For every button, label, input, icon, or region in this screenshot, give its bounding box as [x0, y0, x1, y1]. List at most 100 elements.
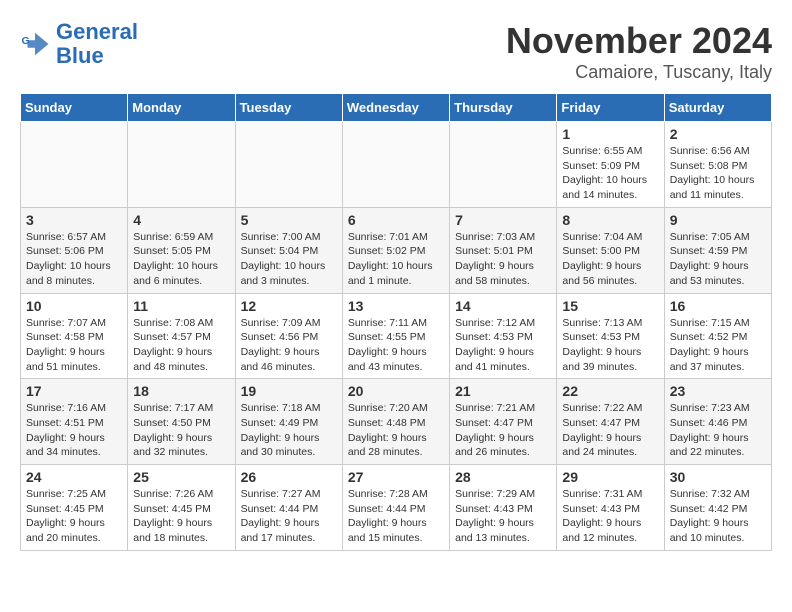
month-title: November 2024 [506, 20, 772, 62]
day-number: 28 [455, 469, 551, 485]
title-section: November 2024 Camaiore, Tuscany, Italy [506, 20, 772, 83]
day-number: 1 [562, 126, 658, 142]
calendar-cell [21, 122, 128, 208]
calendar-cell: 4Sunrise: 6:59 AM Sunset: 5:05 PM Daylig… [128, 207, 235, 293]
day-info: Sunrise: 6:59 AM Sunset: 5:05 PM Dayligh… [133, 230, 229, 289]
week-row-1: 1 Sunrise: 6:55 AM Sunset: 5:09 PM Daylig… [21, 122, 772, 208]
calendar-cell: 24 Sunrise: 7:25 AM Sunset: 4:45 PM Dayli… [21, 465, 128, 551]
calendar-cell: 16 Sunrise: 7:15 AM Sunset: 4:52 PM Dayli… [664, 293, 771, 379]
calendar-cell: 2 Sunrise: 6:56 AM Sunset: 5:08 PM Daylig… [664, 122, 771, 208]
day-info: Sunrise: 7:00 AM Sunset: 5:04 PM Dayligh… [241, 230, 337, 289]
day-number: 29 [562, 469, 658, 485]
logo-text: General Blue [56, 20, 138, 68]
day-info: Sunrise: 6:56 AM Sunset: 5:08 PM Dayligh… [670, 144, 766, 203]
calendar-cell: 27 Sunrise: 7:28 AM Sunset: 4:44 PM Dayli… [342, 465, 449, 551]
day-info: Sunrise: 7:20 AM Sunset: 4:48 PM Dayligh… [348, 401, 444, 460]
day-number: 15 [562, 298, 658, 314]
calendar-cell: 7 Sunrise: 7:03 AM Sunset: 5:01 PM Daylig… [450, 207, 557, 293]
calendar-cell: 30Sunrise: 7:32 AM Sunset: 4:42 PM Dayli… [664, 465, 771, 551]
day-info: Sunrise: 7:04 AM Sunset: 5:00 PM Dayligh… [562, 230, 658, 289]
day-info: Sunrise: 7:26 AM Sunset: 4:45 PM Dayligh… [133, 487, 229, 546]
calendar-cell: 15Sunrise: 7:13 AM Sunset: 4:53 PM Dayli… [557, 293, 664, 379]
page-header: G General Blue November 2024 Camaiore, T… [20, 20, 772, 83]
calendar-cell: 17 Sunrise: 7:16 AM Sunset: 4:51 PM Dayli… [21, 379, 128, 465]
day-number: 24 [26, 469, 122, 485]
location-title: Camaiore, Tuscany, Italy [506, 62, 772, 83]
day-info: Sunrise: 7:03 AM Sunset: 5:01 PM Dayligh… [455, 230, 551, 289]
day-number: 9 [670, 212, 766, 228]
day-header-thursday: Thursday [450, 94, 557, 122]
day-number: 27 [348, 469, 444, 485]
day-number: 23 [670, 383, 766, 399]
calendar-cell: 11 Sunrise: 7:08 AM Sunset: 4:57 PM Dayli… [128, 293, 235, 379]
day-info: Sunrise: 7:29 AM Sunset: 4:43 PM Dayligh… [455, 487, 551, 546]
day-header-tuesday: Tuesday [235, 94, 342, 122]
day-number: 22 [562, 383, 658, 399]
calendar-cell [450, 122, 557, 208]
day-number: 5 [241, 212, 337, 228]
calendar-header: SundayMondayTuesdayWednesdayThursdayFrid… [21, 94, 772, 122]
day-number: 19 [241, 383, 337, 399]
calendar-cell: 13Sunrise: 7:11 AM Sunset: 4:55 PM Dayli… [342, 293, 449, 379]
day-info: Sunrise: 7:17 AM Sunset: 4:50 PM Dayligh… [133, 401, 229, 460]
day-info: Sunrise: 7:31 AM Sunset: 4:43 PM Dayligh… [562, 487, 658, 546]
day-number: 21 [455, 383, 551, 399]
week-row-3: 10Sunrise: 7:07 AM Sunset: 4:58 PM Dayli… [21, 293, 772, 379]
calendar-cell: 22 Sunrise: 7:22 AM Sunset: 4:47 PM Dayli… [557, 379, 664, 465]
calendar-cell: 8 Sunrise: 7:04 AM Sunset: 5:00 PM Daylig… [557, 207, 664, 293]
day-info: Sunrise: 7:05 AM Sunset: 4:59 PM Dayligh… [670, 230, 766, 289]
day-info: Sunrise: 7:23 AM Sunset: 4:46 PM Dayligh… [670, 401, 766, 460]
day-number: 26 [241, 469, 337, 485]
day-header-wednesday: Wednesday [342, 94, 449, 122]
day-number: 8 [562, 212, 658, 228]
day-info: Sunrise: 6:57 AM Sunset: 5:06 PM Dayligh… [26, 230, 122, 289]
day-info: Sunrise: 7:28 AM Sunset: 4:44 PM Dayligh… [348, 487, 444, 546]
day-info: Sunrise: 7:22 AM Sunset: 4:47 PM Dayligh… [562, 401, 658, 460]
day-number: 6 [348, 212, 444, 228]
calendar-cell: 20Sunrise: 7:20 AM Sunset: 4:48 PM Dayli… [342, 379, 449, 465]
day-info: Sunrise: 7:27 AM Sunset: 4:44 PM Dayligh… [241, 487, 337, 546]
calendar-cell: 14Sunrise: 7:12 AM Sunset: 4:53 PM Dayli… [450, 293, 557, 379]
day-info: Sunrise: 7:08 AM Sunset: 4:57 PM Dayligh… [133, 316, 229, 375]
calendar-body: 1 Sunrise: 6:55 AM Sunset: 5:09 PM Daylig… [21, 122, 772, 551]
day-info: Sunrise: 7:07 AM Sunset: 4:58 PM Dayligh… [26, 316, 122, 375]
week-row-5: 24 Sunrise: 7:25 AM Sunset: 4:45 PM Dayli… [21, 465, 772, 551]
week-row-2: 3 Sunrise: 6:57 AM Sunset: 5:06 PM Daylig… [21, 207, 772, 293]
day-info: Sunrise: 7:32 AM Sunset: 4:42 PM Dayligh… [670, 487, 766, 546]
day-number: 18 [133, 383, 229, 399]
calendar-cell [342, 122, 449, 208]
day-number: 11 [133, 298, 229, 314]
day-header-row: SundayMondayTuesdayWednesdayThursdayFrid… [21, 94, 772, 122]
day-info: Sunrise: 6:55 AM Sunset: 5:09 PM Dayligh… [562, 144, 658, 203]
day-header-friday: Friday [557, 94, 664, 122]
calendar-cell: 21Sunrise: 7:21 AM Sunset: 4:47 PM Dayli… [450, 379, 557, 465]
day-number: 7 [455, 212, 551, 228]
day-info: Sunrise: 7:18 AM Sunset: 4:49 PM Dayligh… [241, 401, 337, 460]
calendar-cell: 18 Sunrise: 7:17 AM Sunset: 4:50 PM Dayli… [128, 379, 235, 465]
day-number: 25 [133, 469, 229, 485]
calendar-cell: 25 Sunrise: 7:26 AM Sunset: 4:45 PM Dayli… [128, 465, 235, 551]
calendar-cell: 12 Sunrise: 7:09 AM Sunset: 4:56 PM Dayli… [235, 293, 342, 379]
calendar-cell: 23 Sunrise: 7:23 AM Sunset: 4:46 PM Dayli… [664, 379, 771, 465]
day-info: Sunrise: 7:16 AM Sunset: 4:51 PM Dayligh… [26, 401, 122, 460]
day-header-sunday: Sunday [21, 94, 128, 122]
calendar-cell: 9 Sunrise: 7:05 AM Sunset: 4:59 PM Daylig… [664, 207, 771, 293]
logo-line1: General [56, 19, 138, 44]
day-info: Sunrise: 7:01 AM Sunset: 5:02 PM Dayligh… [348, 230, 444, 289]
calendar-cell: 5 Sunrise: 7:00 AM Sunset: 5:04 PM Daylig… [235, 207, 342, 293]
day-info: Sunrise: 7:15 AM Sunset: 4:52 PM Dayligh… [670, 316, 766, 375]
day-number: 16 [670, 298, 766, 314]
day-number: 12 [241, 298, 337, 314]
day-info: Sunrise: 7:09 AM Sunset: 4:56 PM Dayligh… [241, 316, 337, 375]
day-number: 3 [26, 212, 122, 228]
calendar-cell: 6 Sunrise: 7:01 AM Sunset: 5:02 PM Daylig… [342, 207, 449, 293]
calendar-cell [235, 122, 342, 208]
day-header-saturday: Saturday [664, 94, 771, 122]
day-number: 17 [26, 383, 122, 399]
day-info: Sunrise: 7:25 AM Sunset: 4:45 PM Dayligh… [26, 487, 122, 546]
week-row-4: 17 Sunrise: 7:16 AM Sunset: 4:51 PM Dayli… [21, 379, 772, 465]
day-number: 2 [670, 126, 766, 142]
calendar-cell: 29 Sunrise: 7:31 AM Sunset: 4:43 PM Dayli… [557, 465, 664, 551]
calendar-cell: 3 Sunrise: 6:57 AM Sunset: 5:06 PM Daylig… [21, 207, 128, 293]
day-info: Sunrise: 7:11 AM Sunset: 4:55 PM Dayligh… [348, 316, 444, 375]
